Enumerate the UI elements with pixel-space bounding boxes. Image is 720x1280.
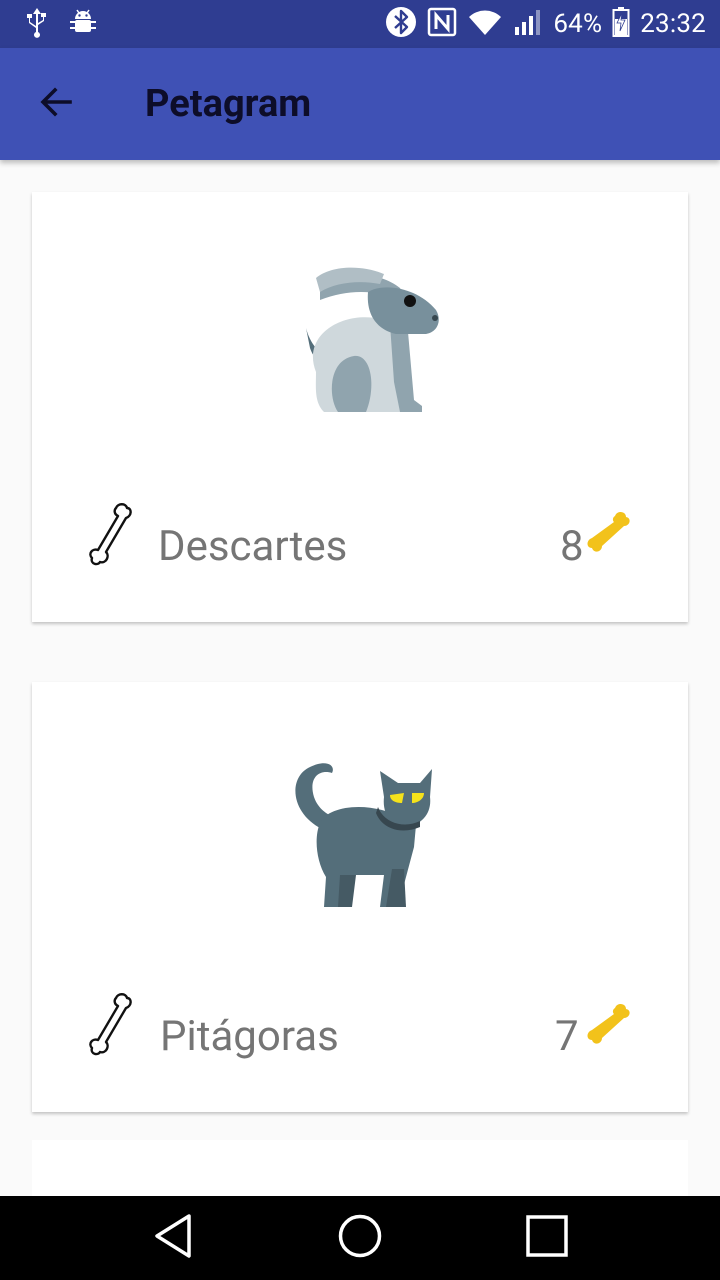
pet-name: Pitágoras — [160, 1012, 339, 1061]
bone-filled-icon — [586, 510, 630, 554]
bone-outline-icon[interactable] — [88, 992, 132, 1056]
pet-card — [32, 1140, 688, 1196]
clock: 23:32 — [640, 9, 706, 39]
pet-photo-cat — [32, 757, 688, 907]
page-title: Petagram — [145, 82, 312, 126]
back-triangle-icon — [151, 1212, 195, 1264]
pet-photo-rabbit — [32, 262, 688, 412]
likes-count: 7 — [555, 1012, 579, 1061]
usb-icon — [22, 6, 52, 42]
battery-charging-icon — [612, 7, 630, 41]
nfc-icon — [427, 7, 457, 41]
nav-recents-button[interactable] — [502, 1196, 592, 1280]
pet-name: Descartes — [158, 522, 348, 571]
status-bar-left — [22, 6, 98, 42]
android-debug-icon — [68, 7, 98, 41]
pet-card: Descartes 8 — [32, 192, 688, 622]
app-bar: Petagram — [0, 48, 720, 160]
signal-icon — [513, 7, 543, 41]
arrow-back-icon — [38, 84, 74, 124]
bone-outline-icon[interactable] — [88, 502, 132, 566]
nav-back-button[interactable] — [128, 1196, 218, 1280]
recents-square-icon — [524, 1213, 570, 1263]
home-circle-icon — [337, 1213, 383, 1263]
likes-count: 8 — [560, 522, 584, 571]
back-button[interactable] — [0, 48, 112, 160]
status-bar: 64% 23:32 — [0, 0, 720, 48]
battery-percent: 64% — [553, 9, 603, 39]
nav-home-button[interactable] — [315, 1196, 405, 1280]
wifi-icon — [467, 7, 503, 41]
navigation-bar — [0, 1196, 720, 1280]
bone-filled-icon — [586, 1002, 630, 1046]
pet-list[interactable]: Descartes 8 Pitágoras 7 — [0, 160, 720, 1196]
status-bar-right: 64% 23:32 — [385, 6, 706, 42]
pet-card: Pitágoras 7 — [32, 682, 688, 1112]
bluetooth-icon — [385, 6, 417, 42]
